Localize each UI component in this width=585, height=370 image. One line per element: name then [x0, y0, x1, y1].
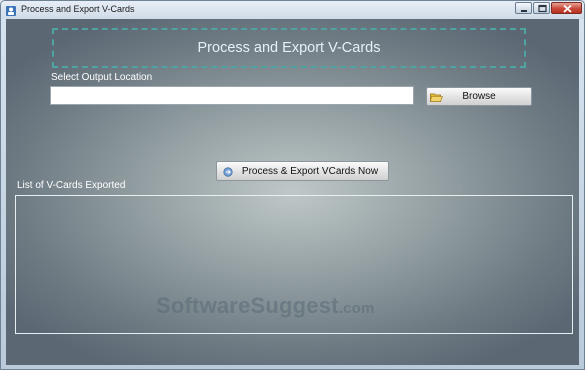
window-title: Process and Export V-Cards — [21, 4, 135, 14]
app-window: Process and Export V-Cards Process and E… — [0, 0, 585, 370]
browse-button-label: Browse — [462, 91, 496, 102]
app-icon — [5, 4, 17, 16]
maximize-button[interactable] — [533, 2, 550, 14]
page-title: Process and Export V-Cards — [197, 40, 381, 56]
header-banner: Process and Export V-Cards — [52, 28, 526, 68]
process-export-button-label: Process & Export VCards Now — [241, 165, 379, 177]
title-bar: Process and Export V-Cards — [1, 1, 584, 19]
watermark-suffix: .com — [338, 300, 375, 317]
output-location-input[interactable] — [50, 86, 414, 105]
close-button[interactable] — [551, 2, 582, 14]
watermark: SoftwareSuggest.com — [156, 293, 375, 319]
minimize-icon — [521, 10, 527, 12]
maximize-icon — [538, 4, 547, 13]
minimize-button[interactable] — [515, 2, 532, 14]
browse-button[interactable]: Browse — [426, 87, 532, 106]
main-panel: Process and Export V-Cards Select Output… — [6, 19, 579, 365]
process-export-button[interactable]: Process & Export VCards Now — [216, 161, 389, 181]
output-location-label: Select Output Location — [51, 72, 153, 83]
export-icon — [223, 167, 233, 180]
exported-list-label: List of V-Cards Exported — [17, 180, 126, 191]
watermark-main: SoftwareSuggest — [156, 293, 339, 318]
close-icon — [563, 4, 572, 13]
